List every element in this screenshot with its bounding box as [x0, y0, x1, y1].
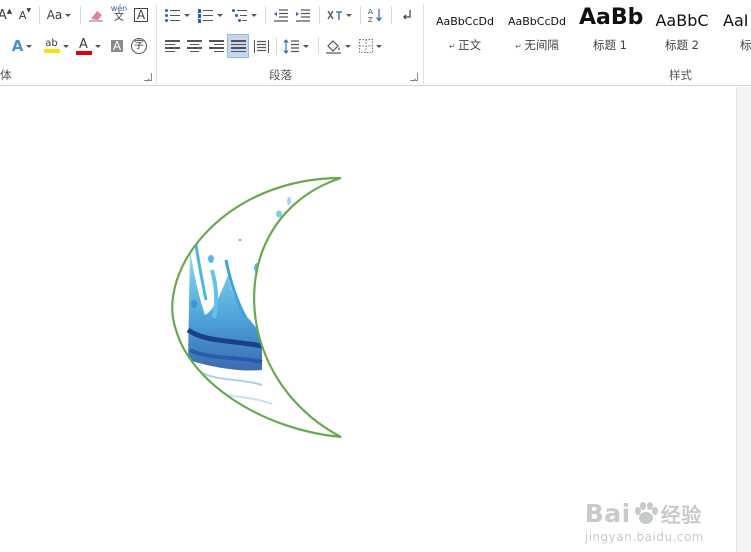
text-effects-button[interactable]: A: [6, 35, 38, 57]
paragraph-mark-icon: [403, 10, 411, 20]
svg-text:Z: Z: [368, 16, 373, 23]
style-no-spacing[interactable]: AaBbCcDd ↵ 无间隔: [501, 2, 573, 58]
line-spacing-icon: [283, 38, 299, 54]
shading-button[interactable]: [323, 35, 353, 57]
phonetic-guide-button[interactable]: wén 文: [109, 3, 129, 25]
increase-indent-icon: [296, 8, 310, 22]
water-splash-image: [172, 178, 341, 437]
align-center-button[interactable]: [184, 35, 204, 57]
clear-formatting-button[interactable]: [87, 4, 105, 26]
paint-bucket-icon: [326, 40, 341, 54]
paw-icon: [634, 501, 658, 524]
watermark-suffix: 经验: [660, 503, 702, 527]
svg-text:A: A: [368, 8, 373, 16]
paragraph-dialog-launcher[interactable]: [410, 73, 418, 81]
align-right-icon: [208, 40, 224, 52]
watermark-url: jingyan.baidu.com: [584, 530, 704, 544]
style-normal-label: 正文: [458, 38, 482, 52]
enclose-characters-button[interactable]: 字: [129, 35, 149, 57]
numbering-icon: [197, 8, 214, 23]
change-case-button[interactable]: Aa: [45, 4, 73, 26]
bullets-button[interactable]: [162, 4, 192, 26]
align-center-icon: [186, 40, 202, 52]
distributed-icon: [253, 39, 269, 53]
baidu-jingyan-watermark: Bai 经验 jingyan.baidu.com: [585, 499, 704, 544]
style-title[interactable]: AaI 标: [718, 2, 751, 58]
bullets-icon: [164, 8, 181, 22]
highlight-swatch: [43, 49, 60, 53]
highlight-color-button[interactable]: ab: [40, 35, 72, 57]
paragraph-group: A Z 段落: [157, 0, 423, 86]
font-dialog-launcher[interactable]: [144, 73, 152, 81]
line-spacing-button[interactable]: [281, 35, 311, 57]
style-title-label: 标: [740, 38, 751, 52]
sort-icon: A Z: [368, 8, 382, 23]
decrease-indent-button[interactable]: [271, 4, 291, 26]
align-right-button[interactable]: [206, 35, 226, 57]
font-group-label: 体: [0, 68, 12, 82]
chinese-layout-icon: [327, 10, 342, 20]
style-heading-1[interactable]: AaBb 标题 1: [574, 2, 646, 58]
font-color-button[interactable]: A: [72, 35, 104, 57]
style-normal[interactable]: AaBbCcDd ↵ 正文: [429, 2, 501, 58]
paragraph-group-label: 段落: [269, 68, 292, 82]
character-border-button[interactable]: A: [132, 4, 150, 26]
multilevel-list-icon: [231, 8, 248, 22]
character-shading-button[interactable]: A: [108, 35, 126, 57]
numbering-button[interactable]: [195, 4, 225, 26]
shrink-font-button[interactable]: A ▼: [17, 4, 33, 26]
style-heading-1-label: 标题 1: [593, 38, 627, 52]
style-heading-2[interactable]: AaBbC 标题 2: [646, 2, 718, 58]
sort-button[interactable]: A Z: [365, 4, 385, 26]
font-color-swatch: [75, 50, 92, 55]
justify-icon: [230, 40, 246, 52]
show-marks-button[interactable]: [397, 4, 417, 26]
style-heading-2-label: 标题 2: [665, 38, 699, 52]
chinese-layout-button[interactable]: [324, 4, 354, 26]
crescent-moon-shape[interactable]: [0, 87, 736, 552]
align-left-button[interactable]: [162, 35, 182, 57]
ribbon: A ▲ A ▼ Aa wén 文 A A ab A A 字 体 A Z 段落 A…: [0, 0, 751, 86]
borders-button[interactable]: [355, 35, 385, 57]
watermark-brand: Bai: [584, 499, 631, 528]
document-page[interactable]: Bai 经验 jingyan.baidu.com: [0, 87, 736, 552]
decrease-indent-icon: [274, 8, 288, 22]
right-scroll-strip[interactable]: [736, 87, 751, 552]
styles-group-label: 样式: [669, 68, 692, 82]
style-no-spacing-label: 无间隔: [524, 38, 559, 52]
borders-icon: [358, 39, 373, 53]
multilevel-list-button[interactable]: [229, 4, 259, 26]
styles-group: AaBbCcDd ↵ 正文 AaBbCcDd ↵ 无间隔 AaBb 标题 1 A…: [424, 0, 751, 86]
align-left-icon: [164, 40, 180, 52]
distributed-button[interactable]: [251, 35, 271, 57]
justify-button[interactable]: [227, 34, 249, 58]
increase-indent-button[interactable]: [293, 4, 313, 26]
grow-font-button[interactable]: A ▲: [0, 4, 12, 26]
eraser-icon: [89, 11, 103, 22]
font-group: A ▲ A ▼ Aa wén 文 A A ab A A 字 体: [0, 0, 156, 86]
